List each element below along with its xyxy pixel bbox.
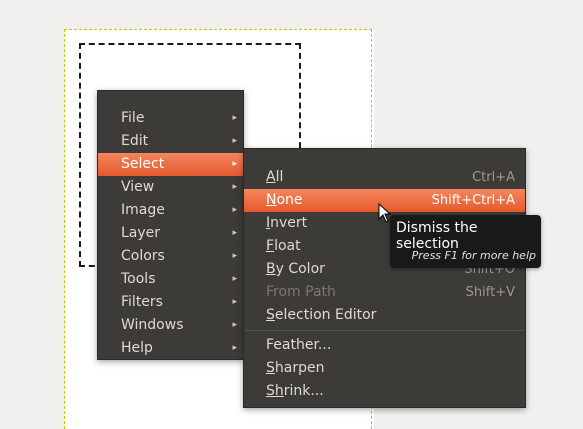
menu-item-label: Windows [121, 317, 184, 333]
menu-item-view[interactable]: View ▸ [98, 176, 243, 199]
menu-item-label: Tools [121, 271, 156, 287]
menu-item-edit[interactable]: Edit ▸ [98, 130, 243, 153]
submenu-arrow-icon: ▸ [232, 113, 237, 123]
image-context-menu: File ▸ Edit ▸ Select ▸ View ▸ Image ▸ Layer ▸ … [97, 90, 244, 360]
menu-item-label: harpen [274, 360, 325, 376]
menu-item-layer[interactable]: Layer ▸ [98, 222, 243, 245]
tooltip: Dismiss the selection Press F1 for more … [390, 215, 541, 268]
submenu-arrow-icon: ▸ [232, 274, 237, 284]
menu-item-label: rink... [283, 383, 324, 399]
submenu-arrow-icon: ▸ [232, 320, 237, 330]
menu-item-label: Edit [121, 133, 149, 149]
submenu-arrow-icon: ▸ [232, 136, 237, 146]
select-submenu: All Ctrl+A None Shift+Ctrl+A Invert Float … [243, 148, 526, 408]
submenu-arrow-icon: ▸ [232, 251, 237, 261]
submenu-arrow-icon: ▸ [232, 205, 237, 215]
menu-item-label: File [121, 110, 145, 126]
menu-item-label: loat [274, 238, 301, 254]
menu-item-colors[interactable]: Colors ▸ [98, 245, 243, 268]
menu-separator [245, 330, 524, 331]
menu-item-label: y Color [275, 261, 325, 277]
submenu-item-from-path: From Path Shift+V [244, 281, 525, 304]
submenu-item-feather[interactable]: Feather... [244, 334, 525, 357]
menu-item-label: election Editor [274, 307, 377, 323]
mnemonic: A [266, 169, 276, 185]
tooltip-title: Dismiss the selection [396, 220, 478, 252]
menu-item-windows[interactable]: Windows ▸ [98, 314, 243, 337]
submenu-arrow-icon: ▸ [232, 228, 237, 238]
menu-item-label: ll [275, 169, 284, 185]
menu-item-label: one [276, 192, 303, 208]
menu-item-select[interactable]: Select ▸ [98, 153, 243, 176]
menu-item-filters[interactable]: Filters ▸ [98, 291, 243, 314]
menu-item-label: Feather... [266, 337, 332, 353]
menu-item-file[interactable]: File ▸ [98, 107, 243, 130]
mnemonic: N [266, 192, 277, 208]
submenu-arrow-icon: ▸ [232, 297, 237, 307]
menu-item-label: Image [121, 202, 165, 218]
submenu-arrow-icon: ▸ [232, 182, 237, 192]
menu-item-label: Help [121, 340, 153, 356]
submenu-item-all[interactable]: All Ctrl+A [244, 166, 525, 189]
mnemonic: B [266, 261, 276, 277]
menu-item-label: View [121, 179, 155, 195]
shortcut-label: Shift+V [465, 285, 515, 300]
menu-item-tools[interactable]: Tools ▸ [98, 268, 243, 291]
menu-item-label: nvert [270, 215, 308, 231]
shortcut-label: Shift+Ctrl+A [431, 193, 515, 208]
menu-item-label: Colors [121, 248, 165, 264]
menu-item-label: Filters [121, 294, 163, 310]
submenu-arrow-icon: ▸ [232, 159, 237, 169]
mnemonic: S [266, 360, 275, 376]
tooltip-help-hint: Press F1 for more help [411, 249, 536, 262]
menu-item-help[interactable]: Help ▸ [98, 337, 243, 360]
menu-item-label: From Path [266, 284, 336, 300]
mnemonic: Sh [266, 383, 284, 399]
submenu-item-shrink[interactable]: Shrink... [244, 380, 525, 403]
menu-item-label: Layer [121, 225, 161, 241]
mnemonic: F [266, 238, 275, 254]
menu-item-image[interactable]: Image ▸ [98, 199, 243, 222]
submenu-item-sharpen[interactable]: Sharpen [244, 357, 525, 380]
shortcut-label: Ctrl+A [472, 170, 515, 185]
submenu-item-selection-editor[interactable]: Selection Editor [244, 304, 525, 327]
menu-item-label: Select [121, 156, 165, 172]
submenu-arrow-icon: ▸ [232, 343, 237, 353]
mnemonic: S [266, 307, 275, 323]
